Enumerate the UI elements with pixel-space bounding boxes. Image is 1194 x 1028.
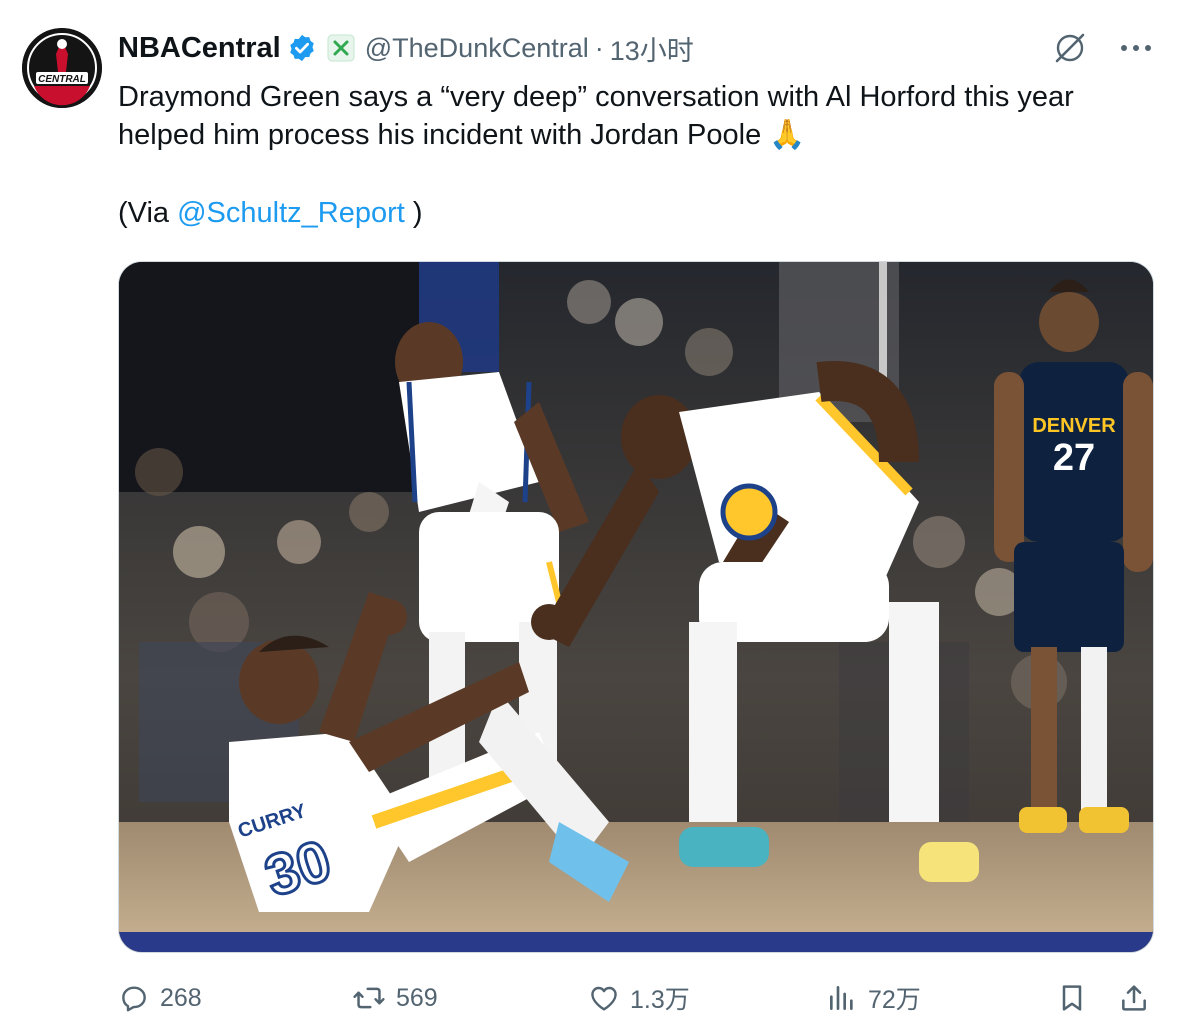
views-chart-icon [830,986,853,1010]
tweet-photo[interactable]: DENVER 27 CURRY 30 [118,261,1154,953]
reply-count: 268 [160,983,202,1012]
via-suffix: ) [404,197,423,229]
retweet-button[interactable]: 569 [352,976,438,1020]
affiliate-badge-icon[interactable] [327,34,355,62]
denver-jersey-number: 27 [1053,437,1095,479]
tweet-top-actions [1052,30,1154,66]
author-handle[interactable]: @TheDunkCentral [365,33,589,64]
views-count: 72万 [868,986,921,1014]
like-button[interactable]: 1.3万 [588,976,690,1020]
views-button[interactable]: 72万 [826,976,921,1020]
tweet-text-line-2: helped him process his incident with Jor… [118,116,1168,154]
share-icon [1122,985,1146,1011]
bookmark-icon [1062,985,1082,1011]
praying-hands-emoji: 🙏 [769,119,806,151]
author-avatar[interactable]: CENTRAL [22,28,102,108]
reply-icon [122,986,146,1012]
tweet-text: Draymond Green says a “very deep” conver… [118,78,1168,232]
tweet-text-line-2-content: helped him process his incident with Jor… [118,119,762,151]
via-prefix: (Via [118,197,178,229]
tweet[interactable]: CENTRAL NBACentral @TheDunkCentral · 13小… [0,0,1194,1028]
separator-dot: · [594,32,604,63]
share-button[interactable] [1118,976,1150,1020]
more-options-icon[interactable] [1118,30,1154,66]
author-display-name[interactable]: NBACentral [118,32,281,65]
grok-icon[interactable] [1052,30,1088,66]
verified-badge-icon [287,33,317,63]
retweet-icon [353,987,385,1009]
like-count: 1.3万 [630,986,690,1014]
tweet-header: NBACentral @TheDunkCentral · 13小时 [118,28,694,68]
mention-link[interactable]: @Schultz_Report [177,197,405,229]
denver-jersey-text: DENVER [1032,415,1116,437]
avatar-logo-text: CENTRAL [38,74,86,85]
reply-button[interactable]: 268 [118,976,202,1020]
bookmark-button[interactable] [1056,976,1088,1020]
retweet-count: 569 [396,983,438,1012]
tweet-timestamp[interactable]: 13小时 [610,29,694,68]
tweet-action-bar: 268 569 1.3万 72万 [118,976,1158,1020]
tweet-text-line-1: Draymond Green says a “very deep” conver… [118,81,1074,113]
heart-icon [591,986,617,1011]
tweet-via: (Via @Schultz_Report ) [118,194,1168,232]
